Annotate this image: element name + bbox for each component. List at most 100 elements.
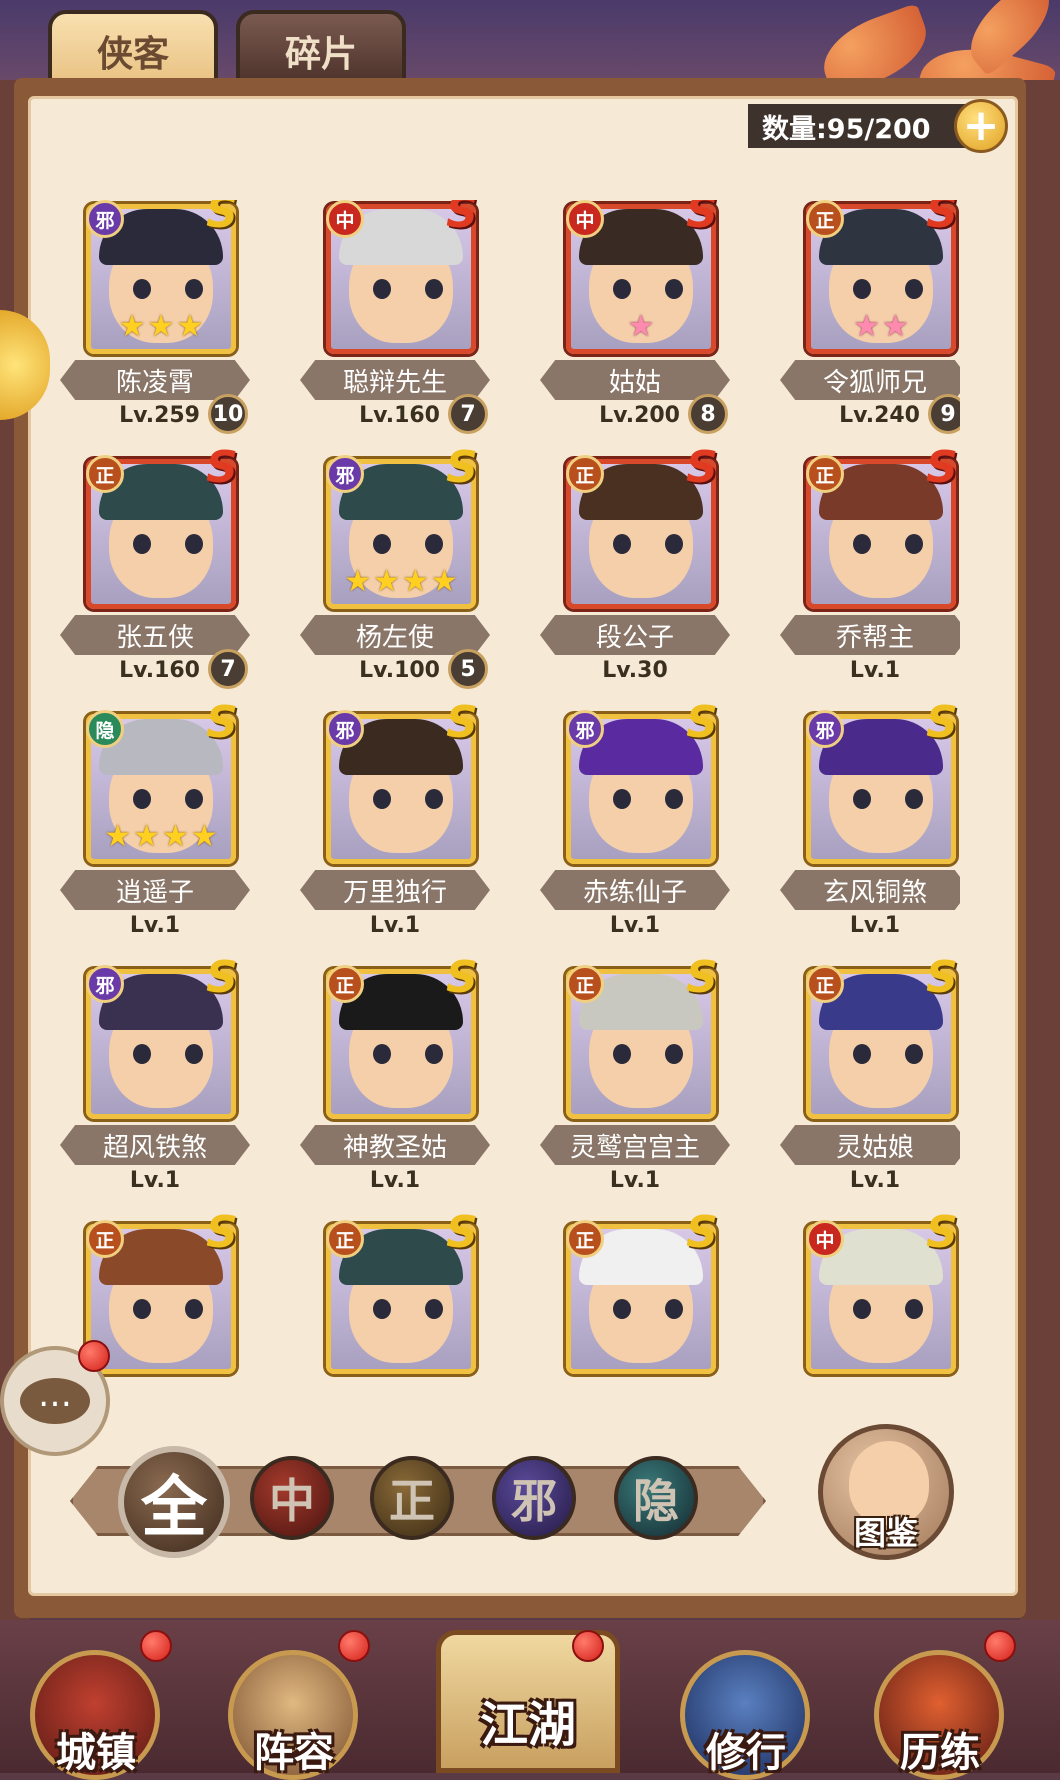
hero-card[interactable]: 邪 S 玄风铜煞 Lv.1 <box>780 698 960 950</box>
hero-name: 万里独行 <box>300 870 490 910</box>
hero-eye <box>905 1044 923 1064</box>
hero-eye <box>185 279 203 299</box>
expand-capacity-button[interactable]: + <box>954 99 1008 153</box>
hero-level: Lv.259 <box>119 403 200 428</box>
hero-card[interactable]: 正 S 灵鹫宫宫主 Lv.1 <box>540 953 740 1205</box>
rank-s-icon: S <box>926 1207 958 1258</box>
star-icon: ★ <box>147 309 175 344</box>
filter-zhong-button[interactable]: 中 <box>250 1456 334 1540</box>
hero-name: 赤练仙子 <box>540 870 730 910</box>
hero-level: Lv.30 <box>602 658 668 683</box>
rank-s-icon: S <box>206 200 238 238</box>
hero-card[interactable]: 正S <box>300 1208 500 1400</box>
hero-card[interactable]: 中 S 聪辩先生 Lv.160 7 <box>300 200 500 440</box>
filter-zheng-button[interactable]: 正 <box>370 1456 454 1540</box>
rank-s-icon: S <box>446 442 478 493</box>
hero-level: Lv.1 <box>609 913 661 938</box>
nav-trial-dot <box>984 1630 1016 1662</box>
hero-level: Lv.100 <box>359 658 440 683</box>
hero-eye <box>373 789 391 809</box>
hero-eye <box>665 534 683 554</box>
hero-card[interactable]: 正S <box>540 1208 740 1400</box>
hero-card[interactable]: 邪 S 超风铁煞 Lv.1 <box>60 953 260 1205</box>
hero-level: Lv.1 <box>849 1168 901 1193</box>
hero-eye <box>613 1299 631 1319</box>
hero-level: Lv.1 <box>369 1168 421 1193</box>
nav-town-dot <box>140 1630 172 1662</box>
rank-s-icon: S <box>686 442 718 493</box>
rank-s-icon: S <box>686 952 718 1003</box>
rank-s-icon: S <box>206 697 238 748</box>
rank-s-icon: S <box>686 1207 718 1258</box>
nav-training-label: 修行 <box>706 1730 786 1776</box>
hero-copies-badge: 9 <box>928 394 960 434</box>
hero-eye <box>373 1044 391 1064</box>
faction-badge: 正 <box>326 965 364 1003</box>
faction-badge: 中 <box>566 200 604 238</box>
star-icon: ★ <box>373 564 400 599</box>
nav-jianghu-dot <box>572 1630 604 1662</box>
hero-eye <box>665 279 683 299</box>
hero-eye <box>133 789 151 809</box>
star-icon: ★ <box>627 309 655 344</box>
hero-eye <box>133 279 151 299</box>
filter-all-button[interactable]: 全 <box>118 1446 230 1558</box>
hero-card[interactable]: ★ ★ ★ ★ 隐 S 逍遥子 Lv.1 <box>60 698 260 950</box>
hero-card[interactable]: 正 S 段公子 Lv.30 <box>540 443 740 695</box>
faction-badge: 中 <box>326 200 364 238</box>
star-icon: ★ <box>853 309 880 344</box>
hero-eye <box>613 1044 631 1064</box>
hero-card[interactable]: ★ 中 S 姑姑 Lv.200 8 <box>540 200 740 440</box>
hero-copies-badge: 8 <box>688 394 728 434</box>
hero-level: Lv.200 <box>599 403 680 428</box>
hero-eye <box>185 1299 203 1319</box>
hero-eye <box>613 534 631 554</box>
hero-card[interactable]: ★ ★ 正 S 令狐师兄 Lv.240 9 <box>780 200 960 440</box>
hero-stars: ★ ★ ★ ★ <box>90 820 232 854</box>
hero-count: 数量:95/200 <box>748 104 966 148</box>
filter-yin-button[interactable]: 隐 <box>614 1456 698 1540</box>
rank-s-icon: S <box>926 952 958 1003</box>
hero-card[interactable]: 正 S 乔帮主 Lv.1 <box>780 443 960 695</box>
chat-notification-dot <box>78 1340 110 1372</box>
hero-eye <box>133 1299 151 1319</box>
star-icon: ★ <box>176 309 204 344</box>
hero-card[interactable]: 正 S 张五侠 Lv.160 7 <box>60 443 260 695</box>
hero-name: 神教圣姑 <box>300 1125 490 1165</box>
hero-card[interactable]: 正 S 神教圣姑 Lv.1 <box>300 953 500 1205</box>
hero-eye <box>425 789 443 809</box>
hero-card[interactable]: 中S <box>780 1208 960 1400</box>
faction-badge: 邪 <box>326 710 364 748</box>
hero-stars: ★ <box>570 310 712 344</box>
hero-card[interactable]: 正 S 灵姑娘 Lv.1 <box>780 953 960 1205</box>
right-frame <box>1020 80 1060 1620</box>
faction-badge: 中 <box>806 1220 844 1258</box>
star-icon: ★ <box>430 564 458 599</box>
hero-name: 灵鹫宫宫主 <box>540 1125 730 1165</box>
hero-eye <box>905 789 923 809</box>
hero-card[interactable]: ★ ★ ★ 邪 S 陈凌霄 Lv.259 10 <box>60 200 260 440</box>
hero-eye <box>665 789 683 809</box>
faction-badge: 邪 <box>86 965 124 1003</box>
star-icon: ★ <box>190 819 218 854</box>
faction-badge: 邪 <box>806 710 844 748</box>
hero-card[interactable]: 邪 S 万里独行 Lv.1 <box>300 698 500 950</box>
hero-eye <box>425 1299 443 1319</box>
nav-lineup-dot <box>338 1630 370 1662</box>
hero-stars: ★ ★ ★ ★ <box>330 565 472 599</box>
filter-xie-button[interactable]: 邪 <box>492 1456 576 1540</box>
chat-bubble-icon: … <box>20 1378 90 1424</box>
hero-eye <box>185 534 203 554</box>
hero-card[interactable]: ★ ★ ★ ★ 邪 S 杨左使 Lv.100 5 <box>300 443 500 695</box>
hero-card[interactable]: 邪 S 赤练仙子 Lv.1 <box>540 698 740 950</box>
faction-badge: 正 <box>566 1220 604 1258</box>
hero-copies-badge: 10 <box>208 394 248 434</box>
star-icon: ★ <box>882 309 909 344</box>
hero-eye <box>905 1299 923 1319</box>
hero-eye <box>133 1044 151 1064</box>
rank-s-icon: S <box>446 697 478 748</box>
nav-trial-label: 历练 <box>900 1730 980 1776</box>
rank-s-icon: S <box>206 952 238 1003</box>
hero-eye <box>613 789 631 809</box>
hero-eye <box>425 279 443 299</box>
